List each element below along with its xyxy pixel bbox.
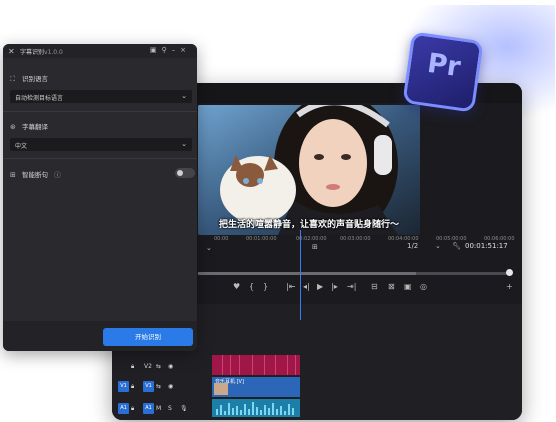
step-back-icon[interactable]: ◂| — [303, 282, 310, 291]
a1-mute-icon[interactable]: M — [156, 405, 161, 412]
recog-lang-label: 识别语言 — [22, 75, 48, 83]
translate-icon: ⊛ — [10, 123, 16, 131]
toggle-knob — [177, 170, 183, 176]
translate-value: 中文 — [15, 143, 28, 150]
program-monitor-video: 把生活的喧嚣静音，让喜欢的声音贴身随行～ — [198, 105, 420, 235]
audio-clip[interactable] — [212, 399, 300, 417]
recog-lang-value: 自动检测目标语言 — [15, 95, 64, 102]
translate-label: 字幕翻译 — [22, 123, 48, 131]
panel-title-bar: ✕ 字幕识别v1.0.0 ▣⚲–× — [3, 44, 197, 58]
play-icon[interactable]: ▶ — [317, 282, 323, 291]
panel-logo-icon: ✕ — [8, 47, 15, 56]
premiere-pro-logo: Pr — [402, 31, 484, 113]
v2-eye-icon[interactable]: ◉ — [168, 363, 173, 370]
track-v2-label: V2 — [144, 363, 152, 370]
video-subtitle: 把生活的喧嚣静音，让喜欢的声音贴身随行～ — [218, 220, 399, 230]
panel-close-icon[interactable]: × — [180, 46, 191, 54]
playback-scrubber[interactable] — [198, 269, 513, 276]
marker-icon[interactable]: ♥ — [233, 282, 240, 291]
chevron-down-icon: ⌄ — [181, 140, 187, 148]
ruler-tick: 00:04:00:00 — [388, 236, 419, 242]
add-button-icon[interactable]: + — [506, 282, 513, 291]
smart-line-toggle[interactable] — [175, 168, 195, 178]
scrubber-progress — [198, 272, 416, 275]
v2-sync-icon[interactable]: ⇆ — [156, 363, 161, 370]
export-frame-icon[interactable]: ▣ — [404, 282, 412, 291]
insert-icon[interactable]: ⊟ — [371, 282, 378, 291]
track-v1-source[interactable]: V1 — [118, 381, 129, 392]
timeline-playhead[interactable] — [300, 230, 301, 320]
v2-lock-icon[interactable]: 🔒︎ — [131, 363, 134, 371]
step-forward-icon[interactable]: |▸ — [331, 282, 338, 291]
timeline-ruler[interactable]: 00:00 00:01:00:00 00:02:00:00 00:03:00:0… — [210, 233, 522, 247]
a1-lock-icon[interactable]: 🔒︎ — [131, 405, 134, 413]
recognize-icon: ⛶ — [10, 75, 15, 83]
ruler-tick: 00:03:00:00 — [340, 236, 371, 242]
compare-icon[interactable]: ◎ — [420, 282, 427, 291]
ruler-tick: 00:00 — [214, 236, 229, 242]
track-a1-source[interactable]: A1 — [118, 403, 129, 414]
subtitle-recognition-panel: ✕ 字幕识别v1.0.0 ▣⚲–× ⛶ 识别语言 自动检测目标语言 ⌄ ⊛ 字幕翻译… — [3, 44, 197, 351]
ruler-tick: 00:06:00:00 — [484, 236, 515, 242]
panel-title: 字幕识别v1.0.0 — [20, 49, 63, 56]
smart-line-label: 智能断句 — [22, 171, 48, 179]
video-frame-illustration — [198, 105, 420, 235]
mark-out-icon[interactable]: } — [263, 282, 268, 291]
smart-line-section: ⊞ 智能断句 ⓘ — [10, 169, 61, 179]
track-v1-label[interactable]: V1 — [143, 381, 154, 392]
recog-lang-section: ⛶ 识别语言 — [10, 73, 48, 84]
smart-line-icon: ⊞ — [10, 171, 16, 179]
mark-in-icon[interactable]: { — [249, 282, 254, 291]
panel-window-controls[interactable]: ▣⚲–× — [150, 46, 191, 54]
go-to-out-icon[interactable]: ⇥| — [347, 282, 356, 291]
video-clip-thumbnail — [214, 383, 228, 395]
track-a1-label[interactable]: A1 — [143, 403, 154, 414]
v1-lock-icon[interactable]: 🔒︎ — [131, 383, 134, 391]
panel-minimize-icon[interactable]: – — [172, 46, 181, 54]
premiere-pro-logo-text: Pr — [425, 47, 463, 84]
panel-search-icon[interactable]: ⚲ — [161, 46, 171, 54]
v1-sync-icon[interactable]: ⇆ — [156, 383, 161, 390]
start-recognition-button[interactable]: 开始识别 — [103, 328, 193, 346]
ruler-tick: 00:05:00:00 — [436, 236, 467, 242]
translate-section: ⊛ 字幕翻译 — [10, 121, 48, 131]
chevron-down-icon: ⌄ — [181, 92, 187, 100]
divider — [3, 158, 197, 159]
overwrite-icon[interactable]: ⊠ — [388, 282, 395, 291]
scrubber-knob[interactable] — [506, 269, 513, 276]
info-icon[interactable]: ⓘ — [54, 171, 61, 179]
a1-solo-icon[interactable]: S — [168, 405, 172, 412]
v1-eye-icon[interactable]: ◉ — [168, 383, 173, 390]
panel-pin-icon[interactable]: ▣ — [150, 46, 162, 54]
translate-select[interactable]: 中文 ⌄ — [10, 138, 192, 151]
a1-mic-icon[interactable]: 🎙︎ — [180, 405, 188, 412]
go-to-in-icon[interactable]: |⇤ — [286, 282, 295, 291]
divider — [3, 111, 197, 112]
recog-lang-select[interactable]: 自动检测目标语言 ⌄ — [10, 90, 192, 103]
ruler-tick: 00:01:00:00 — [246, 236, 277, 242]
subtitle-clip[interactable] — [212, 355, 300, 375]
video-clip[interactable]: 音乐耳机.[V] — [212, 377, 300, 397]
